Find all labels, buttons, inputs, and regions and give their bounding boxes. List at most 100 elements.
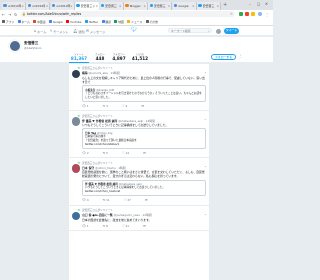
bookmark-item[interactable]: ホーム (17, 20, 30, 24)
retweet-button[interactable]: ⟲ 3 (103, 104, 108, 108)
extension-icon[interactable] (239, 12, 244, 17)
account-avatar[interactable] (216, 28, 221, 34)
retweet-button[interactable]: ⟲ 8 (103, 224, 108, 228)
nav-moments[interactable]: ϟ モーメント (50, 29, 69, 34)
tab-close-icon[interactable]: × (192, 4, 194, 8)
nav-moments-label: モーメント (53, 29, 69, 34)
reply-button[interactable]: 💬︎ 2 (82, 151, 89, 155)
stat-likes[interactable]: いいね 41,512 (130, 52, 150, 61)
retweet-button[interactable]: ⟲ 5 (103, 151, 108, 155)
stat-tweets[interactable]: ツイート 81,367 (70, 52, 88, 61)
browser-tab[interactable]: 安倍晋三 × (148, 1, 173, 10)
bookmark-star-icon[interactable]: ☆ (230, 12, 233, 16)
tweet-author-name[interactable]: 鳴海 (82, 71, 88, 75)
browser-tab[interactable]: 安倍晋三 × (99, 1, 124, 10)
tweet-author-name[interactable]: 山口 泰 ●lo.自民に一覧 (82, 213, 113, 217)
quoted-tweet[interactable]: 小坂先生 @kosaka_LDP 「とりもなおさずソーシャルを引き受けたのでなかろ… (82, 85, 207, 102)
quoted-tweet[interactable]: 日本 Tag @nihon_tag 日本保守系の旗手 「安倍政治」を語って頂いた最… (82, 128, 207, 149)
stat-followers[interactable]: フォロワー 4,897 (110, 52, 128, 61)
tweet-timestamp[interactable]: 14時間 (111, 71, 120, 75)
tab-close-icon[interactable]: × (143, 4, 145, 8)
bookmark-item[interactable]: 翻訳 (101, 20, 111, 24)
quoted-tweet[interactable]: 伴 優美 ♥ 外務省 松原 誠司 @matsubara_seiji いつもそうして… (82, 179, 207, 197)
search-icon[interactable]: ⌕ (208, 29, 210, 34)
browser-tab[interactable]: 安倍晋三 (@× (75, 1, 100, 10)
back-icon[interactable]: ← (2, 12, 5, 17)
bookmark-item[interactable]: 地図 (114, 20, 124, 24)
bookmark-item[interactable]: Twitter (84, 20, 98, 24)
tweet-avatar[interactable] (71, 164, 80, 173)
like-button[interactable]: ♡ 14 (122, 151, 129, 155)
more-options-icon[interactable]: ⋮ (239, 54, 243, 58)
address-bar[interactable]: 🔒 twitter.com/AbeShinzo/with_replies ☆ (20, 11, 235, 18)
extension-icon[interactable] (245, 12, 250, 17)
chevron-down-icon[interactable]: ⌄ (204, 164, 206, 168)
forward-icon[interactable]: → (8, 12, 11, 17)
tweet-header: 伴 優美 ♥ 外務省 松原 誠司 @matsubara_seiji · 14時間 (82, 119, 206, 123)
tweet-avatar[interactable] (71, 117, 80, 126)
close-window-icon[interactable]: ✕ (265, 2, 268, 6)
tab-close-icon[interactable]: × (168, 4, 170, 8)
chevron-down-icon[interactable]: ⌄ (204, 70, 206, 74)
reply-button[interactable]: 💬︎ 4 (82, 198, 89, 202)
tweet-timestamp[interactable]: 14時間 (146, 119, 155, 123)
nav-messages[interactable]: ✉ メッセージ (86, 29, 105, 34)
tab-close-icon[interactable]: × (70, 4, 72, 8)
bookmark-item[interactable]: ニュース (127, 20, 142, 24)
tweet-timestamp[interactable]: 12時間 (143, 213, 152, 217)
direct-message-button[interactable]: ✉ (141, 104, 144, 108)
tab-close-icon[interactable]: × (96, 4, 98, 8)
follow-button[interactable]: フォローする (211, 53, 236, 60)
like-button[interactable]: ♡ 27 (124, 198, 131, 202)
tweet[interactable]: ⟲ 安倍晋三さんがリツイート ⌄ 日本 保守 @nihon_hoshu · 1時間 自民… (69, 158, 209, 206)
browser-tab[interactable]: url2019年 × (50, 1, 75, 10)
tab-close-icon[interactable]: × (119, 4, 121, 8)
tweet[interactable]: ⟲ 安倍晋三さんがリツイート ⌄ 鳴海 @narumi_abe · 14時間 もしも上の… (69, 64, 209, 112)
tab-close-icon[interactable]: × (46, 4, 48, 8)
profile-icon[interactable] (258, 12, 263, 17)
minimize-icon[interactable]: – (249, 2, 251, 6)
profile-avatar[interactable] (9, 39, 21, 52)
bookmark-item[interactable]: アプリ (2, 20, 14, 24)
stat-following[interactable]: フォロー 448 (92, 52, 108, 61)
tweet[interactable]: ⟲ 安倍晋三さんがリツイート ⌄ 山口 泰 ●lo.自民に一覧 @yamaguchi_… (69, 206, 209, 232)
chevron-down-icon[interactable]: ⌄ (204, 117, 206, 121)
search-input[interactable]: キーワード検索 ⌕ (168, 28, 212, 34)
like-button[interactable]: ♡ 9 (122, 104, 127, 108)
like-button[interactable]: ♡ 21 (122, 224, 129, 228)
reload-icon[interactable]: ↻ (14, 12, 17, 17)
browser-tab[interactable]: url2019年 × (26, 1, 51, 10)
tweet-avatar[interactable] (71, 211, 80, 221)
retweet-button[interactable]: ⟲ 11 (103, 198, 110, 202)
nav-notifications[interactable]: 🔔︎ 通知 (73, 29, 85, 34)
browser-tab[interactable]: Google × (172, 1, 197, 10)
reply-button[interactable]: 💬︎ 1 (82, 224, 89, 228)
menu-icon[interactable]: ⋮ (265, 12, 269, 17)
browser-tab[interactable]: url2019年 × (2, 1, 26, 10)
nav-home[interactable]: ⌂ ホーム (34, 29, 46, 34)
bookmark-item[interactable]: Google (49, 20, 63, 24)
direct-message-button[interactable]: ✉ (145, 198, 148, 202)
extension-icon[interactable] (251, 12, 256, 17)
bookmark-item[interactable]: 中国語 (33, 20, 46, 24)
bookmark-item[interactable]: その他 (145, 20, 158, 24)
retweet-count: 5 (106, 150, 108, 155)
tweet-author-name[interactable]: 日本 保守 (82, 166, 94, 170)
direct-message-button[interactable]: ✉ (143, 224, 146, 228)
tab-close-icon[interactable]: × (21, 4, 23, 8)
tweet-button[interactable]: ツイート (224, 28, 239, 34)
tweet-avatar[interactable] (71, 70, 80, 79)
maximize-icon[interactable]: □ (257, 2, 260, 6)
direct-message-button[interactable]: ✉ (143, 151, 146, 155)
twitter-bird-icon[interactable]: 🐦︎ (131, 28, 137, 33)
browser-tab[interactable]: Blogger × (124, 1, 148, 10)
tweet-author-name[interactable]: 伴 優美 ♥ 外務省 松原 誠司 (82, 119, 117, 123)
tweet-timestamp[interactable]: 1時間 (118, 166, 125, 170)
tab-close-icon[interactable]: × (217, 4, 219, 8)
reply-button[interactable]: 💬︎ 1 (82, 104, 89, 108)
chevron-down-icon[interactable]: ⌄ (204, 212, 206, 216)
tweet[interactable]: ⟲ 安倍晋三さんがリツイート ⌄ 伴 優美 ♥ 外務省 松原 誠司 @matsubar… (69, 111, 209, 159)
new-tab-button[interactable]: + (223, 2, 227, 8)
bookmark-item[interactable]: YouTube (66, 20, 81, 24)
browser-tab[interactable]: 安倍晋三 × (197, 1, 222, 10)
